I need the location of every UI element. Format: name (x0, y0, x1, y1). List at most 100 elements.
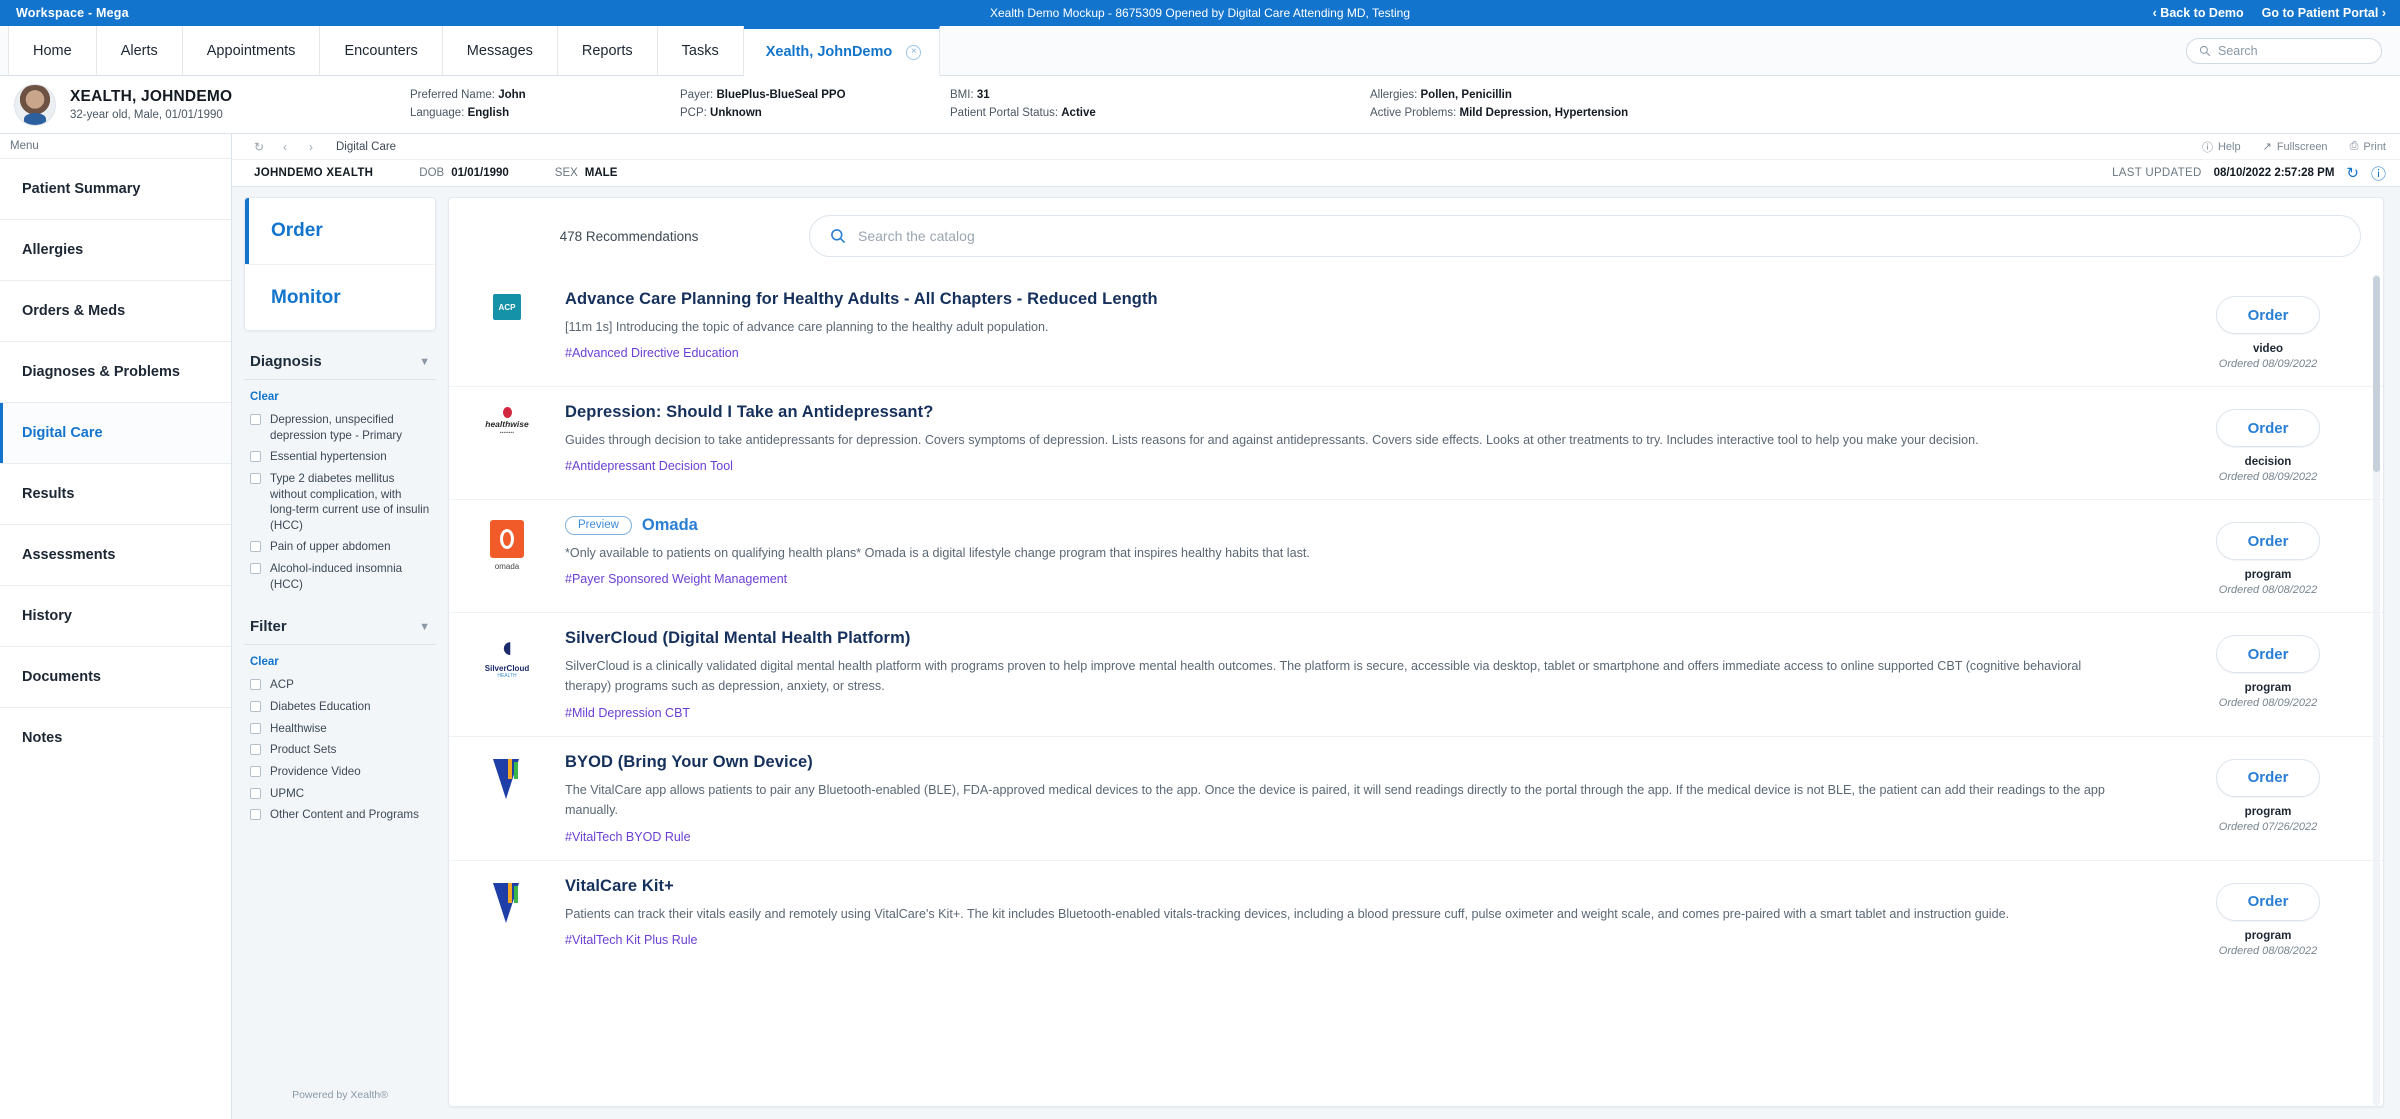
sidebar-item-documents[interactable]: Documents (0, 646, 231, 707)
facet-option-healthwise[interactable]: Healthwise (244, 719, 436, 741)
order-button[interactable]: Order (2216, 883, 2320, 921)
tab-tasks[interactable]: Tasks (658, 26, 744, 75)
tab-patient-xealth-johndemo[interactable]: Xealth, JohnDemo × (744, 26, 941, 76)
checkbox[interactable] (250, 473, 261, 484)
item-description: SilverCloud is a clinically validated di… (565, 656, 2123, 697)
item-title-row: Preview Omada (565, 516, 2123, 535)
facet-option-product-sets[interactable]: Product Sets (244, 740, 436, 762)
forward-arrow-icon[interactable]: › (298, 140, 324, 154)
tab-encounters[interactable]: Encounters (320, 26, 442, 75)
sidebar-item-history[interactable]: History (0, 585, 231, 646)
list-item[interactable]: ACP Advance Care Planning for Healthy Ad… (449, 274, 2383, 386)
checkbox[interactable] (250, 723, 261, 734)
order-button[interactable]: Order (2216, 759, 2320, 797)
checkbox[interactable] (250, 541, 261, 552)
sidebar-item-orders-and-meds[interactable]: Orders & Meds (0, 280, 231, 341)
printer-icon: ⎙ (2350, 140, 2359, 153)
catalog-search-input[interactable]: Search the catalog (809, 215, 2361, 257)
checkbox[interactable] (250, 788, 261, 799)
tab-home[interactable]: Home (8, 26, 97, 75)
item-title[interactable]: Advance Care Planning for Healthy Adults… (565, 290, 2123, 309)
sidebar-item-assessments[interactable]: Assessments (0, 524, 231, 585)
item-title[interactable]: VitalCare Kit+ (565, 877, 2123, 896)
checkbox[interactable] (250, 744, 261, 755)
order-button[interactable]: Order (2216, 635, 2320, 673)
facet-filter-clear[interactable]: Clear (244, 645, 436, 675)
checkbox[interactable] (250, 563, 261, 574)
item-kind: program (2245, 682, 2292, 694)
tab-messages[interactable]: Messages (443, 26, 558, 75)
help-action[interactable]: ⓘ Help (2202, 139, 2241, 155)
sidebar-item-digital-care[interactable]: Digital Care (0, 402, 231, 463)
item-title[interactable]: Omada (642, 516, 698, 535)
go-to-patient-portal-link[interactable]: Go to Patient Portal › (2262, 6, 2386, 20)
item-tag[interactable]: #Advanced Directive Education (565, 346, 2123, 360)
preview-badge[interactable]: Preview (565, 516, 632, 535)
item-tag[interactable]: #Mild Depression CBT (565, 706, 2123, 720)
dob-value: 01/01/1990 (451, 167, 509, 179)
tab-alerts[interactable]: Alerts (97, 26, 183, 75)
list-item[interactable]: VitalCare Kit+ Patients can track their … (449, 860, 2383, 973)
catalog-panel: 478 Recommendations Search the catalog (448, 197, 2384, 1107)
order-button[interactable]: Order (2216, 522, 2320, 560)
item-description: [11m 1s] Introducing the topic of advanc… (565, 317, 2123, 337)
sidebar-item-diagnoses-and-problems[interactable]: Diagnoses & Problems (0, 341, 231, 402)
checkbox[interactable] (250, 414, 261, 425)
chevron-down-icon[interactable]: ▼ (419, 356, 430, 368)
catalog-scrollbar-thumb[interactable] (2373, 276, 2380, 472)
list-item[interactable]: omada Preview Omada *Only available to p… (449, 499, 2383, 612)
facet-option-type-2-diabetes[interactable]: Type 2 diabetes mellitus without complic… (244, 469, 436, 538)
list-item[interactable]: ◖ SilverCloud HEALTH SilverCloud (Digita… (449, 612, 2383, 736)
back-arrow-icon[interactable]: ‹ (272, 140, 298, 154)
last-updated-value: 08/10/2022 2:57:28 PM (2214, 167, 2335, 179)
facet-option-diabetes-education[interactable]: Diabetes Education (244, 697, 436, 719)
print-action[interactable]: ⎙ Print (2350, 140, 2386, 153)
sidebar-item-patient-summary[interactable]: Patient Summary (0, 158, 231, 219)
info-icon[interactable]: ⓘ (2371, 163, 2386, 184)
banner-field-language: Language: English (410, 105, 680, 123)
checkbox[interactable] (250, 451, 261, 462)
sidebar-item-results[interactable]: Results (0, 463, 231, 524)
checkbox[interactable] (250, 766, 261, 777)
facet-option-providence-video[interactable]: Providence Video (244, 762, 436, 784)
item-tag[interactable]: #Payer Sponsored Weight Management (565, 572, 2123, 586)
item-tag[interactable]: #Antidepressant Decision Tool (565, 459, 2123, 473)
facet-option-alcohol-induced-insomnia[interactable]: Alcohol-induced insomnia (HCC) (244, 559, 436, 596)
item-title[interactable]: Depression: Should I Take an Antidepress… (565, 403, 2123, 422)
facet-option-upmc[interactable]: UPMC (244, 784, 436, 806)
facet-option-pain-upper-abdomen[interactable]: Pain of upper abdomen (244, 537, 436, 559)
facet-option-acp[interactable]: ACP (244, 675, 436, 697)
close-icon[interactable]: × (906, 45, 921, 60)
checkbox[interactable] (250, 701, 261, 712)
facet-diagnosis-header[interactable]: Diagnosis ▼ (244, 353, 436, 380)
list-item[interactable]: BYOD (Bring Your Own Device) The VitalCa… (449, 736, 2383, 860)
global-search-input[interactable]: Search (2186, 38, 2382, 64)
order-button[interactable]: Order (2216, 296, 2320, 334)
fullscreen-action[interactable]: ↗ Fullscreen (2263, 140, 2328, 153)
checkbox[interactable] (250, 679, 261, 690)
facet-option-essential-hypertension[interactable]: Essential hypertension (244, 447, 436, 469)
order-button[interactable]: Order (2216, 409, 2320, 447)
sidebar-item-notes[interactable]: Notes (0, 707, 231, 768)
mode-monitor[interactable]: Monitor (245, 264, 435, 330)
list-item[interactable]: healthwise •••••••• Depression: Should I… (449, 386, 2383, 499)
checkbox[interactable] (250, 809, 261, 820)
facet-filter-header[interactable]: Filter ▼ (244, 618, 436, 645)
mode-order[interactable]: Order (245, 198, 435, 264)
item-tag[interactable]: #VitalTech BYOD Rule (565, 830, 2123, 844)
breadcrumb-current: Digital Care (336, 141, 396, 153)
item-title[interactable]: BYOD (Bring Your Own Device) (565, 753, 2123, 772)
item-title[interactable]: SilverCloud (Digital Mental Health Platf… (565, 629, 2123, 648)
refresh-icon[interactable]: ↻ (2346, 164, 2359, 182)
tab-reports[interactable]: Reports (558, 26, 658, 75)
sidebar-item-allergies[interactable]: Allergies (0, 219, 231, 280)
refresh-icon[interactable]: ↻ (246, 140, 272, 154)
chevron-down-icon[interactable]: ▼ (419, 621, 430, 633)
tab-appointments[interactable]: Appointments (183, 26, 321, 75)
item-tag[interactable]: #VitalTech Kit Plus Rule (565, 933, 2123, 947)
tab-label: Reports (582, 43, 633, 59)
facet-option-other-content-and-programs[interactable]: Other Content and Programs (244, 805, 436, 827)
back-to-demo-link[interactable]: ‹ Back to Demo (2153, 6, 2244, 20)
facet-option-depression[interactable]: Depression, unspecified depression type … (244, 410, 436, 447)
facet-diagnosis-clear[interactable]: Clear (244, 380, 436, 410)
